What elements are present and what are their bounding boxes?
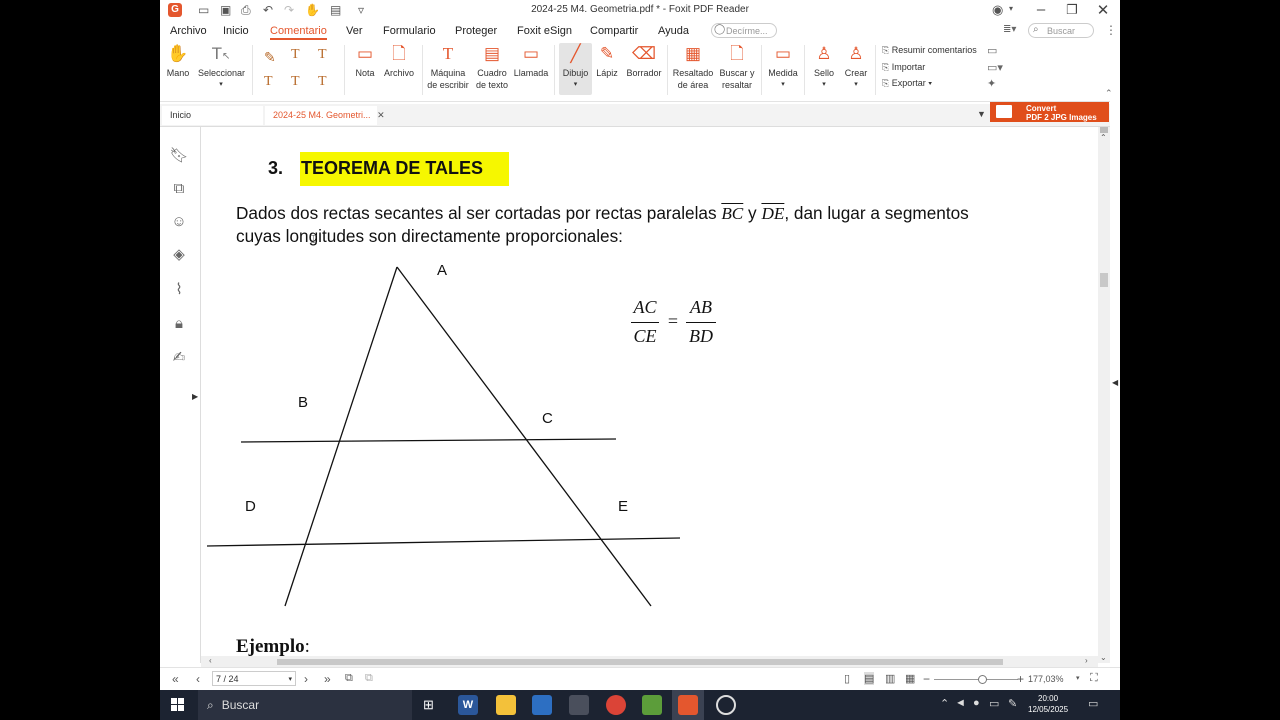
label-c: C (542, 410, 553, 427)
volume-icon[interactable]: ◄︎ (955, 697, 966, 709)
label-b: B (298, 394, 309, 411)
paste-page-icon[interactable]: ⧉ (365, 672, 373, 685)
formula-num-1: AC (633, 297, 657, 317)
ejemplo-colon: : (304, 636, 310, 657)
zoom-dropdown-icon[interactable]: ▾ (1076, 674, 1080, 682)
tray-chevron-icon[interactable]: ⌃ (940, 697, 949, 710)
label-e: E (618, 498, 629, 515)
zoom-in-icon[interactable]: + (1017, 672, 1024, 686)
scroll-right-arrow-icon[interactable]: › (1085, 656, 1088, 665)
foxit-app-icon (678, 695, 698, 715)
zoom-slider[interactable] (934, 675, 1018, 684)
foxit-taskbar-active[interactable] (672, 690, 704, 720)
formula-bar-1 (631, 322, 659, 323)
pen-icon[interactable]: ✎ (1008, 697, 1017, 710)
scroll-left-arrow-icon[interactable]: ‹ (209, 656, 212, 665)
chrome-icon[interactable] (606, 695, 626, 715)
formula-den-1: CE (633, 326, 657, 346)
single-page-view-icon[interactable]: ▯ (844, 672, 850, 685)
vertical-scroll-thumb[interactable] (1100, 273, 1108, 287)
zoom-slider-thumb[interactable] (978, 675, 987, 684)
page-dropdown-icon[interactable]: ▾ (288, 672, 292, 687)
zoom-out-icon[interactable]: − (923, 672, 930, 686)
fullscreen-icon[interactable]: ⛶ (1090, 672, 1098, 685)
ejemplo-heading: Ejemplo: (236, 636, 310, 658)
clock-date: 12/05/2025 (1028, 705, 1069, 714)
windows-taskbar: ⌕ Buscar ⊞ W ⌃ ◄︎ ● ▭ ✎ 20:00 12/05/2025 … (160, 690, 1120, 720)
taskbar-search-icon: ⌕ (207, 698, 214, 712)
foxit-window: G ▭ ▣ ⎙ ↶ ↷ ✋ ▤ ▿ 2024-25 M4. Geometria.… (160, 0, 1120, 690)
formula-num-2: AB (690, 297, 712, 317)
line-a-d (284, 266, 398, 607)
microphone-icon[interactable]: ● (973, 697, 980, 709)
file-explorer-icon[interactable] (496, 695, 516, 715)
status-bar: « ‹ 7 / 24 ▾ › » ⧉ ⧉ ▯ ▤ ▥ ▦ − + 177,03% … (160, 667, 1120, 690)
parallel-line-bc (240, 438, 617, 443)
clock-time: 20:00 (1038, 694, 1059, 703)
right-panel-arrow-icon[interactable]: ◀ (1112, 378, 1118, 387)
last-page-icon[interactable]: » (324, 672, 331, 686)
continuous-view-icon[interactable]: ▤ (864, 672, 875, 685)
scroll-down-arrow-icon[interactable]: ⌄ (1100, 653, 1107, 662)
start-button[interactable] (171, 698, 185, 712)
vertical-scrollbar[interactable]: ⌃ ⌄ (1098, 127, 1110, 663)
calculator-icon[interactable] (569, 695, 589, 715)
next-page-icon[interactable]: › (304, 672, 308, 686)
previous-page-icon[interactable]: ‹ (196, 672, 200, 686)
taskbar-clock[interactable]: 20:00 12/05/2025 (1028, 693, 1068, 715)
page-number-value: 7 / 24 (216, 674, 239, 684)
word-app-icon[interactable]: W (458, 695, 478, 715)
first-page-icon[interactable]: « (172, 672, 179, 686)
zoom-level[interactable]: 177,03% (1028, 674, 1064, 684)
right-gutter: ◀ (1110, 100, 1120, 663)
continuous-facing-view-icon[interactable]: ▦ (905, 672, 915, 685)
facing-view-icon[interactable]: ▥ (885, 672, 895, 685)
page-number-input[interactable]: 7 / 24 ▾ (212, 671, 296, 686)
notifications-icon[interactable]: ▭ (1088, 697, 1098, 710)
horizontal-scrollbar[interactable]: ‹ › (201, 656, 1098, 667)
ejemplo-label: Ejemplo (236, 636, 305, 657)
app-icon-green[interactable] (642, 695, 662, 715)
display-icon[interactable]: ▭ (989, 697, 999, 710)
formula-den-2: BD (689, 326, 713, 346)
line-a-e (396, 266, 652, 607)
app-icon-blue-red[interactable] (532, 695, 552, 715)
label-d: D (245, 498, 256, 515)
horizontal-scroll-thumb[interactable] (277, 659, 1003, 665)
app-icon-circle[interactable] (716, 695, 736, 715)
scroll-up-arrow-icon[interactable]: ⌃ (1100, 133, 1107, 142)
taskbar-search-box[interactable]: ⌕ Buscar (198, 690, 412, 720)
formula-bar-2 (686, 322, 716, 323)
label-a: A (437, 262, 448, 279)
taskbar-search-label: Buscar (221, 698, 260, 712)
copy-page-icon[interactable]: ⧉ (345, 672, 353, 685)
parallel-line-de (206, 537, 681, 547)
formula-equals: = (667, 311, 679, 331)
task-view-icon[interactable]: ⊞ (423, 697, 434, 713)
